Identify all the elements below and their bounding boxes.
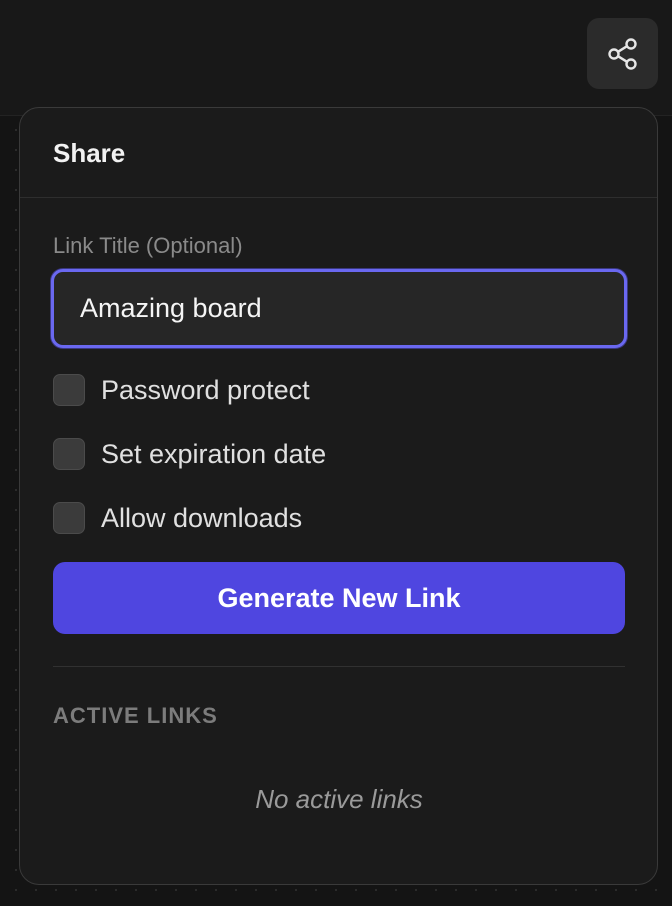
link-title-input[interactable] <box>51 269 627 348</box>
share-icon <box>607 37 637 70</box>
top-toolbar <box>0 0 672 116</box>
share-button[interactable] <box>587 18 658 89</box>
expiration-date-option[interactable]: Set expiration date <box>53 438 326 470</box>
expiration-date-checkbox[interactable] <box>53 438 85 470</box>
password-protect-label: Password protect <box>101 374 310 405</box>
password-protect-checkbox[interactable] <box>53 374 85 406</box>
allow-downloads-option[interactable]: Allow downloads <box>53 502 302 534</box>
generate-new-link-button[interactable]: Generate New Link <box>53 562 625 634</box>
share-popover: Share Link Title (Optional) Password pro… <box>19 107 658 885</box>
active-links-empty-state: No active links <box>255 784 423 814</box>
expiration-date-label: Set expiration date <box>101 438 327 469</box>
share-popover-title: Share <box>53 138 126 168</box>
share-popover-header: Share <box>20 108 657 198</box>
section-divider <box>53 666 625 667</box>
allow-downloads-checkbox[interactable] <box>53 502 85 534</box>
allow-downloads-label: Allow downloads <box>101 502 303 533</box>
password-protect-option[interactable]: Password protect <box>53 374 310 406</box>
link-title-label: Link Title (Optional) <box>53 233 243 258</box>
active-links-heading: ACTIVE LINKS <box>53 703 218 728</box>
